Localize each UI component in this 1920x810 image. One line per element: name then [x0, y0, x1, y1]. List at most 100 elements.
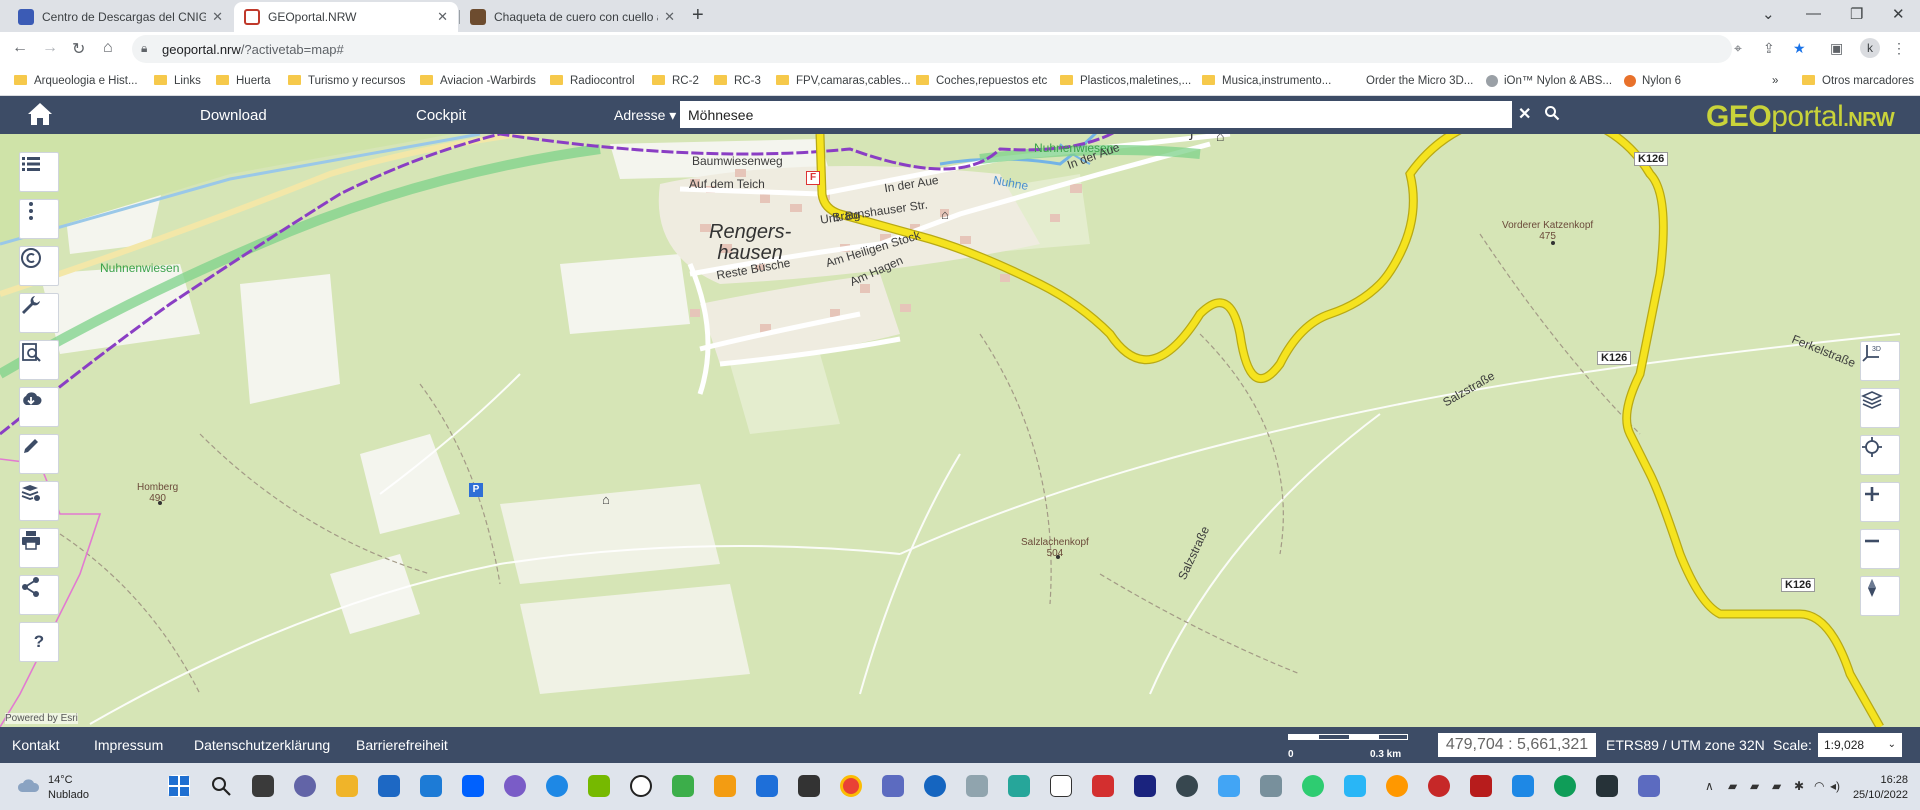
- map-canvas[interactable]: Nuhnenwiesen Nuhnenwiesen Nuhne Baumwies…: [0, 134, 1920, 727]
- nav-download[interactable]: Download: [200, 107, 267, 124]
- compass-button[interactable]: [1860, 576, 1900, 616]
- profile-avatar[interactable]: k: [1860, 38, 1880, 58]
- url-text[interactable]: geoportal.nrw/?activetab=map#: [162, 42, 344, 57]
- tab-close-icon[interactable]: ✕: [212, 9, 223, 25]
- app-icon[interactable]: [1050, 775, 1072, 797]
- start-icon[interactable]: [168, 775, 190, 797]
- zoom-out-button[interactable]: [1860, 529, 1900, 569]
- layer-settings-button[interactable]: [19, 481, 59, 521]
- bookmark-item[interactable]: Turismo y recursos: [288, 72, 405, 90]
- app-icon[interactable]: [966, 775, 988, 797]
- app-icon[interactable]: [1344, 775, 1366, 797]
- music-icon[interactable]: [882, 775, 904, 797]
- 3d-view-button[interactable]: 3D: [1860, 341, 1900, 381]
- lock-icon[interactable]: 🔒︎: [141, 41, 147, 56]
- pdf-icon[interactable]: [1092, 775, 1114, 797]
- new-tab-button[interactable]: +: [692, 4, 704, 27]
- teams-chat-icon[interactable]: [294, 775, 316, 797]
- app-icon[interactable]: [1596, 775, 1618, 797]
- location-icon[interactable]: ⌖: [1734, 40, 1742, 57]
- bookmark-item[interactable]: Coches,repuestos etc: [916, 72, 1047, 90]
- draw-button[interactable]: [19, 434, 59, 474]
- close-window-icon[interactable]: ✕: [1892, 5, 1905, 23]
- tab-cnig[interactable]: Centro de Descargas del CNIG (I ✕: [8, 2, 233, 32]
- bookmark-item[interactable]: Order the Micro 3D...: [1366, 72, 1473, 90]
- crs-label[interactable]: ETRS89 / UTM zone 32N: [1606, 737, 1765, 753]
- more-options-button[interactable]: [19, 199, 59, 239]
- download-button[interactable]: [19, 387, 59, 427]
- search-taskbar-icon[interactable]: [210, 775, 232, 797]
- layer-list-button[interactable]: [19, 152, 59, 192]
- app-icon[interactable]: [1428, 775, 1450, 797]
- app-icon[interactable]: [504, 775, 526, 797]
- file-explorer-icon[interactable]: [336, 775, 358, 797]
- tray-chevron-icon[interactable]: ∧: [1705, 779, 1714, 793]
- tab-search-icon[interactable]: ⌄: [1762, 5, 1775, 23]
- bookmark-item[interactable]: iOn™ Nylon & ABS...: [1486, 72, 1612, 90]
- share-icon[interactable]: ⇪: [1763, 40, 1775, 57]
- scale-select[interactable]: 1:9,028 ⌄: [1818, 733, 1902, 757]
- nav-cockpit[interactable]: Cockpit: [416, 107, 466, 124]
- bookmark-star-icon[interactable]: ★: [1793, 40, 1806, 57]
- bluetooth-icon[interactable]: ✱: [1794, 779, 1804, 793]
- image-icon[interactable]: [1218, 775, 1240, 797]
- notes-icon[interactable]: [1008, 775, 1030, 797]
- menu-dots-icon[interactable]: ⋮: [1892, 40, 1906, 57]
- url-field[interactable]: [132, 35, 1732, 63]
- tray-app-icon[interactable]: ▰: [1728, 779, 1737, 793]
- bookmark-item[interactable]: Arqueologia e Hist...: [14, 72, 138, 90]
- clock[interactable]: 16:28 25/10/2022: [1846, 773, 1908, 803]
- tab-geoportal[interactable]: GEOportal.NRW ✕: [234, 2, 458, 32]
- tray-app-icon[interactable]: ▰: [1772, 779, 1781, 793]
- forward-arrow-icon[interactable]: →: [42, 39, 58, 57]
- volume-icon[interactable]: ◂): [1830, 779, 1840, 793]
- copyright-button[interactable]: [19, 246, 59, 286]
- search-mode-dropdown[interactable]: Adresse ▾: [614, 107, 676, 124]
- app-icon[interactable]: [1470, 775, 1492, 797]
- cloud-weather-icon[interactable]: [17, 774, 41, 798]
- b-app-icon[interactable]: [630, 775, 652, 797]
- bookmark-item[interactable]: Musica,instrumento...: [1202, 72, 1331, 90]
- bookmark-item[interactable]: RC-2: [652, 72, 699, 90]
- layers-button[interactable]: [1860, 388, 1900, 428]
- zoom-in-button[interactable]: [1860, 482, 1900, 522]
- bookmark-item[interactable]: Plasticos,maletines,...: [1060, 72, 1191, 90]
- app-icon[interactable]: [1638, 775, 1660, 797]
- footer-link-impressum[interactable]: Impressum: [94, 737, 163, 753]
- dropbox-icon[interactable]: [462, 775, 484, 797]
- footer-link-barrierefreiheit[interactable]: Barrierefreiheit: [356, 737, 448, 753]
- bookmark-item[interactable]: FPV,camaras,cables...: [776, 72, 911, 90]
- maximize-icon[interactable]: ❐: [1850, 5, 1863, 23]
- wifi-icon[interactable]: ◠: [1814, 779, 1824, 793]
- sidepanel-icon[interactable]: ▣: [1830, 40, 1843, 57]
- footer-link-datenschutz[interactable]: Datenschutzerklärung: [194, 737, 330, 753]
- chrome-icon[interactable]: [840, 775, 862, 797]
- clear-search-icon[interactable]: ✕: [1518, 104, 1531, 124]
- share-button[interactable]: [19, 575, 59, 615]
- bookmark-item[interactable]: Huerta: [216, 72, 271, 90]
- app-icon[interactable]: [1512, 775, 1534, 797]
- minimize-icon[interactable]: —: [1806, 5, 1821, 22]
- shortcut-icon[interactable]: [756, 775, 778, 797]
- task-view-icon[interactable]: [252, 775, 274, 797]
- footer-link-kontakt[interactable]: Kontakt: [12, 737, 59, 753]
- weather-temperature[interactable]: 14°C: [48, 774, 73, 786]
- bookmark-item[interactable]: Radiocontrol: [550, 72, 635, 90]
- reload-icon[interactable]: ↻: [72, 39, 85, 59]
- weather-description[interactable]: Nublado: [48, 789, 89, 801]
- help-button[interactable]: ?: [19, 622, 59, 662]
- mail-icon[interactable]: [420, 775, 442, 797]
- tab-close-icon[interactable]: ✕: [437, 9, 448, 25]
- edge-icon[interactable]: [1554, 775, 1576, 797]
- bookmark-item[interactable]: RC-3: [714, 72, 761, 90]
- tools-button[interactable]: [19, 293, 59, 333]
- print-button[interactable]: [19, 528, 59, 568]
- locate-me-button[interactable]: [1860, 435, 1900, 475]
- store-icon[interactable]: [378, 775, 400, 797]
- search-icon[interactable]: [1544, 105, 1560, 121]
- tab-chaqueta[interactable]: Chaqueta de cuero con cuello alt ✕: [460, 2, 685, 32]
- back-arrow-icon[interactable]: ←: [12, 39, 28, 57]
- home-icon[interactable]: ⌂: [103, 39, 113, 57]
- media-icon[interactable]: [714, 775, 736, 797]
- more-bookmarks-button[interactable]: »: [1772, 72, 1778, 90]
